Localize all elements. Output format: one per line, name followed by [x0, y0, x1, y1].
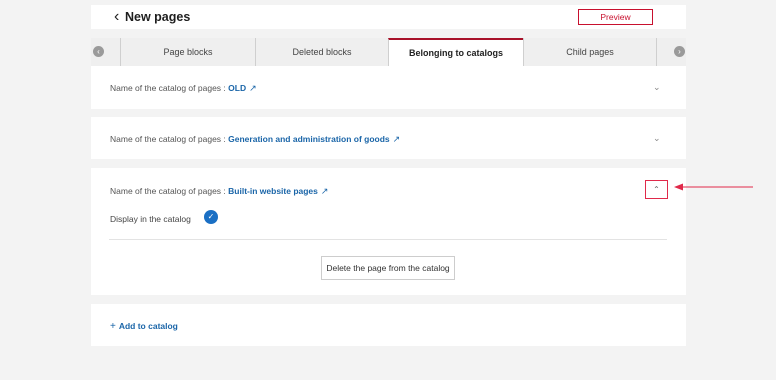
catalog-card-generation: Name of the catalog of pages : Generatio… [91, 117, 686, 159]
chevron-down-icon[interactable]: ⌄ [653, 133, 661, 144]
tab-divider [656, 38, 657, 66]
external-link-icon[interactable]: ↗ [393, 134, 401, 144]
catalog-name-label: Name of the catalog of pages : Generatio… [110, 134, 400, 145]
chevron-left-icon[interactable]: ‹ [93, 46, 104, 57]
chevron-right-icon[interactable]: › [674, 46, 685, 57]
catalog-card-old: Name of the catalog of pages : OLD ↗ ⌄ [91, 66, 686, 109]
page-header: ‹ New pages Preview [91, 5, 686, 29]
delete-from-catalog-button[interactable]: Delete the page from the catalog [321, 256, 455, 280]
plus-icon: + [110, 321, 116, 332]
catalog-name-label: Name of the catalog of pages : OLD ↗ [110, 83, 257, 94]
collapse-button[interactable]: ⌃ [645, 180, 668, 199]
tab-child-pages[interactable]: Child pages [523, 38, 656, 66]
display-in-catalog-label: Display in the catalog [110, 214, 191, 224]
catalog-prefix: Name of the catalog of pages : [110, 83, 226, 93]
tab-belonging-to-catalogs[interactable]: Belonging to catalogs [388, 38, 523, 66]
check-icon[interactable]: ✓ [204, 210, 218, 224]
chevron-up-icon: ⌃ [653, 185, 660, 194]
add-catalog-card: + Add to catalog [91, 304, 686, 346]
chevron-down-icon[interactable]: ⌄ [653, 82, 661, 93]
catalog-card-built-in: Name of the catalog of pages : Built-in … [91, 168, 686, 295]
catalog-name-label: Name of the catalog of pages : Built-in … [110, 186, 328, 197]
catalog-link[interactable]: OLD [228, 83, 246, 93]
external-link-icon[interactable]: ↗ [249, 83, 257, 93]
add-to-catalog-label: Add to catalog [118, 321, 178, 331]
tab-deleted-blocks[interactable]: Deleted blocks [255, 38, 388, 66]
annotation-arrow-icon [674, 183, 753, 191]
external-link-icon[interactable]: ↗ [321, 186, 329, 196]
catalog-prefix: Name of the catalog of pages : [110, 186, 226, 196]
page-title: New pages [125, 10, 191, 24]
catalog-prefix: Name of the catalog of pages : [110, 134, 226, 144]
divider [109, 239, 667, 240]
catalog-link[interactable]: Built-in website pages [228, 186, 318, 196]
catalog-link[interactable]: Generation and administration of goods [228, 134, 390, 144]
add-to-catalog-link[interactable]: + Add to catalog [110, 321, 178, 332]
tab-page-blocks[interactable]: Page blocks [120, 38, 255, 66]
tabs-bar: ‹ Page blocks Deleted blocks Belonging t… [91, 38, 686, 66]
preview-button[interactable]: Preview [578, 9, 653, 25]
